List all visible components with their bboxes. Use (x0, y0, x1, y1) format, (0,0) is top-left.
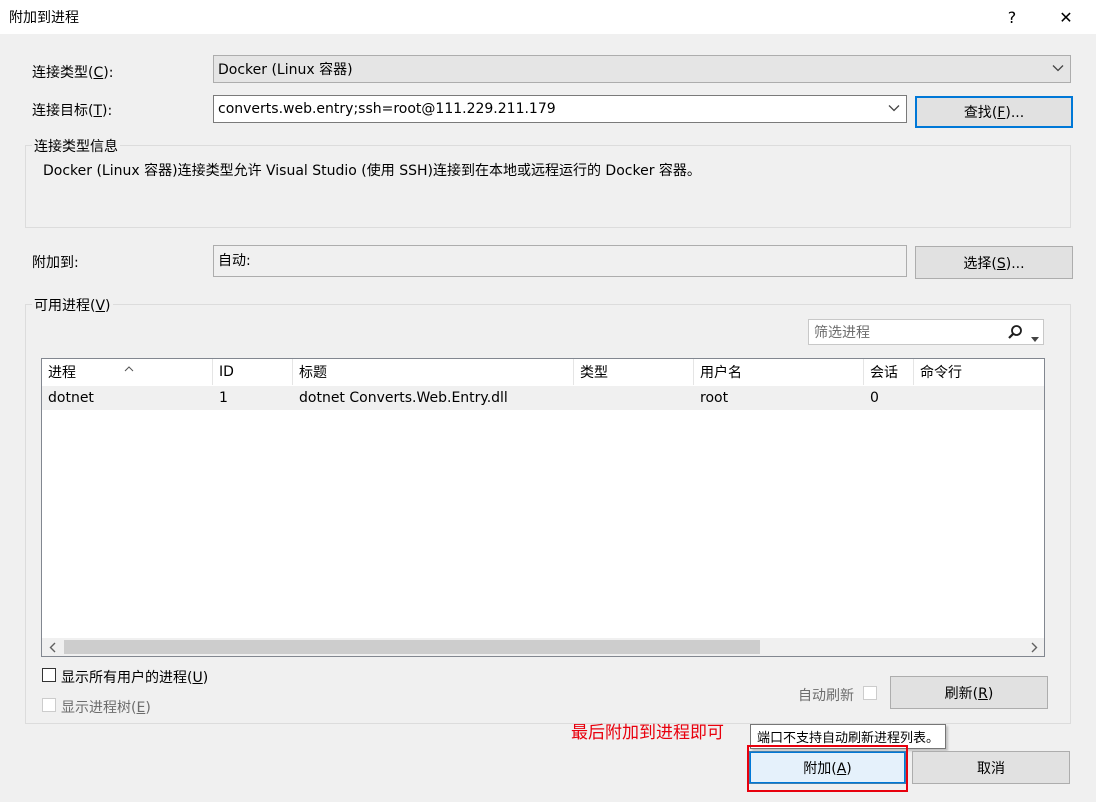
chevron-right-icon[interactable] (1024, 638, 1044, 656)
title-bar: 附加到进程 ? ✕ (0, 0, 1096, 34)
auto-refresh-checkbox[interactable] (863, 686, 877, 700)
select-code-type-button[interactable]: 选择(S)... (915, 246, 1073, 279)
connection-target-value: converts.web.entry;ssh=root@111.229.211.… (218, 101, 556, 117)
connection-target-label: 连接目标(T): (32, 103, 113, 119)
cancel-button-label: 取消 (977, 760, 1005, 777)
chevron-left-icon[interactable] (42, 638, 62, 656)
cell-username: root (700, 390, 729, 406)
column-header-username[interactable]: 用户名 (694, 359, 864, 385)
cell-session: 0 (870, 390, 879, 406)
annotation-text: 最后附加到进程即可 (571, 723, 724, 743)
process-list-header: 进程 ID 标题 类型 用户名 会话 命令行 (42, 359, 1044, 385)
filter-options-chevron-icon[interactable] (1031, 330, 1039, 346)
close-icon: ✕ (1059, 7, 1073, 27)
close-button[interactable]: ✕ (1043, 0, 1089, 34)
attach-button[interactable]: 附加(A) (749, 751, 906, 784)
connection-info-legend: 连接类型信息 (32, 136, 120, 156)
connection-target-combobox[interactable]: converts.web.entry;ssh=root@111.229.211.… (213, 95, 907, 123)
process-filter-input[interactable]: 筛选进程 (808, 319, 1044, 345)
help-icon: ? (1007, 7, 1017, 27)
auto-refresh-label: 自动刷新 (798, 688, 854, 704)
table-row[interactable]: dotnet 1 dotnet Converts.Web.Entry.dll r… (42, 386, 1044, 410)
chevron-down-icon[interactable] (888, 103, 900, 116)
connection-type-value: Docker (Linux 容器) (218, 62, 353, 78)
cancel-button[interactable]: 取消 (912, 751, 1070, 784)
attach-to-value: 自动: (213, 245, 907, 277)
scrollbar-thumb[interactable] (64, 640, 760, 654)
cell-id: 1 (219, 390, 228, 406)
cell-title: dotnet Converts.Web.Entry.dll (299, 390, 508, 406)
attach-to-label: 附加到: (32, 255, 79, 271)
column-header-cmdline[interactable]: 命令行 (914, 359, 1044, 385)
cell-cmdline (914, 386, 920, 410)
column-header-id[interactable]: ID (213, 359, 293, 385)
show-all-users-label[interactable]: 显示所有用户的进程(U) (61, 667, 208, 687)
column-header-type[interactable]: 类型 (574, 359, 694, 385)
sort-ascending-icon (124, 360, 134, 376)
available-processes-legend: 可用进程(V) (32, 295, 113, 315)
show-process-tree-label: 显示进程树(E) (61, 700, 151, 716)
show-all-users-checkbox[interactable] (42, 668, 56, 682)
select-button-label: 选择(S)... (963, 255, 1025, 272)
find-button[interactable]: 查找(F)... (915, 96, 1073, 128)
filter-placeholder: 筛选进程 (814, 325, 870, 341)
cell-process: dotnet (48, 390, 94, 406)
search-icon[interactable] (1007, 324, 1023, 344)
refresh-button-label: 刷新(R) (944, 685, 994, 702)
attach-button-label: 附加(A) (803, 760, 852, 777)
connection-type-label: 连接类型(C): (32, 65, 114, 81)
show-process-tree-checkbox (42, 698, 56, 712)
connection-type-dropdown[interactable]: Docker (Linux 容器) (213, 55, 1071, 83)
find-button-label: 查找(F)... (963, 105, 1025, 121)
connection-info-text: Docker (Linux 容器)连接类型允许 Visual Studio (使… (43, 163, 701, 179)
help-button[interactable]: ? (989, 0, 1035, 34)
chevron-down-icon (1052, 63, 1064, 76)
column-header-session[interactable]: 会话 (864, 359, 914, 385)
connection-info-group (25, 145, 1071, 228)
cell-type (574, 386, 580, 410)
column-header-title[interactable]: 标题 (293, 359, 574, 385)
horizontal-scrollbar[interactable] (42, 638, 1044, 656)
refresh-button[interactable]: 刷新(R) (890, 676, 1048, 709)
process-list[interactable]: 进程 ID 标题 类型 用户名 会话 命令行 dotnet 1 dotnet C… (41, 358, 1045, 657)
window-title: 附加到进程 (9, 10, 79, 26)
